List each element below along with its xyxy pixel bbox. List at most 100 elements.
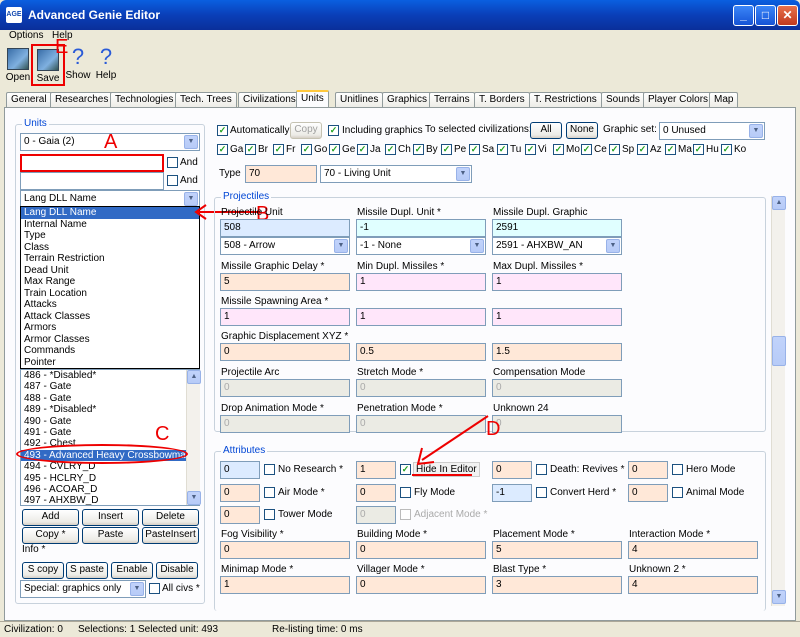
- interaction-mode-field[interactable]: 4: [628, 541, 758, 559]
- dropdown-option[interactable]: Train Location: [21, 288, 199, 300]
- projectile-arc-field[interactable]: 0: [220, 379, 350, 397]
- search-input[interactable]: [20, 154, 164, 172]
- hero-mode-field[interactable]: 0: [628, 461, 668, 479]
- civ-checkbox-sp[interactable]: ✓: [609, 144, 620, 155]
- projectile-unit-select[interactable]: 508 - Arrow ▼: [220, 237, 350, 255]
- tab-sounds[interactable]: Sounds: [601, 92, 645, 108]
- dropdown-option[interactable]: Internal Name: [21, 219, 199, 231]
- show-button[interactable]: ? Show: [65, 46, 91, 82]
- convert-herd-checkbox[interactable]: [536, 487, 547, 498]
- dropdown-option[interactable]: Pointer: [21, 357, 199, 369]
- type-field[interactable]: 70: [245, 165, 317, 183]
- and-checkbox-1[interactable]: [167, 157, 178, 168]
- dropdown-option[interactable]: Attack Classes: [21, 311, 199, 323]
- maximize-button[interactable]: □: [755, 5, 776, 26]
- list-item[interactable]: 487 - Gate: [21, 381, 199, 392]
- scroll-down-icon[interactable]: ▼: [772, 590, 786, 604]
- menu-options[interactable]: Options: [9, 30, 43, 41]
- help-button[interactable]: ? Help: [93, 46, 119, 82]
- minimize-button[interactable]: _: [733, 5, 754, 26]
- stretch-mode-field[interactable]: 0: [356, 379, 486, 397]
- list-item[interactable]: 488 - Gate: [21, 393, 199, 404]
- animal-mode-checkbox[interactable]: [672, 487, 683, 498]
- tab-general[interactable]: General: [6, 92, 52, 108]
- adjacent-mode-field[interactable]: 0: [356, 506, 396, 524]
- fly-mode-checkbox[interactable]: [400, 487, 411, 498]
- civ-checkbox-az[interactable]: ✓: [637, 144, 648, 155]
- min-dupl-field[interactable]: 1: [356, 273, 486, 291]
- tab-technologies[interactable]: Technologies: [110, 92, 179, 108]
- compensation-mode-field[interactable]: 0: [492, 379, 622, 397]
- animal-mode-field[interactable]: 0: [628, 484, 668, 502]
- none-button[interactable]: None: [566, 122, 598, 139]
- tab-graphics[interactable]: Graphics: [382, 92, 433, 108]
- building-mode-field[interactable]: 0: [356, 541, 486, 559]
- dropdown-option[interactable]: Class: [21, 242, 199, 254]
- villager-mode-field[interactable]: 0: [356, 576, 486, 594]
- tab-t-restrictions[interactable]: T. Restrictions: [529, 92, 602, 108]
- placement-mode-field[interactable]: 5: [492, 541, 622, 559]
- adjacent-mode-checkbox[interactable]: [400, 509, 411, 520]
- dropdown-option[interactable]: Attacks: [21, 299, 199, 311]
- tab-player-colors[interactable]: Player Colors: [643, 92, 714, 108]
- enable-button[interactable]: Enable: [111, 562, 153, 579]
- dropdown-option[interactable]: Type: [21, 230, 199, 242]
- including-graphics-checkbox[interactable]: ✓: [328, 125, 339, 136]
- main-scrollbar[interactable]: ▲ ▼: [771, 196, 786, 606]
- dropdown-option[interactable]: Dead Unit: [21, 265, 199, 277]
- spawning-area-z[interactable]: 1: [492, 308, 622, 326]
- spawning-area-y[interactable]: 1: [356, 308, 486, 326]
- unknown24-field[interactable]: 0: [492, 415, 622, 433]
- missile-graphic-delay-field[interactable]: 5: [220, 273, 350, 291]
- unit-list[interactable]: 486 - *Disabled* 487 - Gate 488 - Gate 4…: [20, 369, 200, 506]
- civ-checkbox-ma[interactable]: ✓: [665, 144, 676, 155]
- hide-in-editor-field[interactable]: 1: [356, 461, 396, 479]
- copy-to-civs-button[interactable]: Copy: [290, 122, 322, 139]
- minimap-mode-field[interactable]: 1: [220, 576, 350, 594]
- list-item[interactable]: 490 - Gate: [21, 416, 199, 427]
- scroll-up-icon[interactable]: ▲: [772, 196, 786, 210]
- paste-insert-button[interactable]: PasteInsert: [142, 527, 199, 544]
- tab-map[interactable]: Map: [709, 92, 739, 108]
- convert-herd-field[interactable]: -1: [492, 484, 532, 502]
- scroll-up-icon[interactable]: ▲: [187, 370, 201, 384]
- air-mode-field[interactable]: 0: [220, 484, 260, 502]
- copy-button[interactable]: Copy *: [22, 527, 79, 544]
- tab-t-borders[interactable]: T. Borders: [474, 92, 530, 108]
- tab-terrains[interactable]: Terrains: [429, 92, 475, 108]
- civ-checkbox-go[interactable]: ✓: [301, 144, 312, 155]
- missile-dupl-unit-select[interactable]: -1 - None ▼: [356, 237, 486, 255]
- missile-dupl-graphic-select[interactable]: 2591 - AHXBW_AN ▼: [492, 237, 622, 255]
- civ-checkbox-tu[interactable]: ✓: [497, 144, 508, 155]
- civ-checkbox-by[interactable]: ✓: [413, 144, 424, 155]
- list-item[interactable]: 495 - HCLRY_D: [21, 473, 199, 484]
- dropdown-option[interactable]: Commands: [21, 345, 199, 357]
- civ-checkbox-hu[interactable]: ✓: [693, 144, 704, 155]
- disable-button[interactable]: Disable: [156, 562, 198, 579]
- civ-checkbox-pe[interactable]: ✓: [441, 144, 452, 155]
- open-button[interactable]: Open: [5, 48, 31, 83]
- scroll-thumb[interactable]: [772, 336, 786, 366]
- fly-mode-field[interactable]: 0: [356, 484, 396, 502]
- civ-checkbox-ce[interactable]: ✓: [581, 144, 592, 155]
- special-select[interactable]: Special: graphics only ▼: [20, 580, 146, 598]
- drop-anim-field[interactable]: 0: [220, 415, 350, 433]
- dropdown-option[interactable]: Max Range: [21, 276, 199, 288]
- unit-list-scrollbar[interactable]: ▲ ▼: [186, 370, 201, 505]
- civ-checkbox-ch[interactable]: ✓: [385, 144, 396, 155]
- automatically-checkbox[interactable]: ✓: [217, 125, 228, 136]
- fog-visibility-field[interactable]: 0: [220, 541, 350, 559]
- list-item[interactable]: 486 - *Disabled*: [21, 370, 199, 381]
- dropdown-option[interactable]: Lang DLL Name: [21, 207, 199, 219]
- tab-unitlines[interactable]: Unitlines: [335, 92, 384, 108]
- civ-checkbox-ko[interactable]: ✓: [721, 144, 732, 155]
- tower-mode-checkbox[interactable]: [264, 509, 275, 520]
- list-by-select[interactable]: Lang DLL Name ▼: [20, 190, 200, 207]
- projectile-unit-field[interactable]: 508: [220, 219, 350, 237]
- civ-checkbox-fr[interactable]: ✓: [273, 144, 284, 155]
- s-paste-button[interactable]: S paste: [66, 562, 108, 579]
- all-button[interactable]: All: [530, 122, 562, 139]
- tower-mode-field[interactable]: 0: [220, 506, 260, 524]
- graphic-set-select[interactable]: 0 Unused ▼: [659, 122, 765, 140]
- no-research-checkbox[interactable]: [264, 464, 275, 475]
